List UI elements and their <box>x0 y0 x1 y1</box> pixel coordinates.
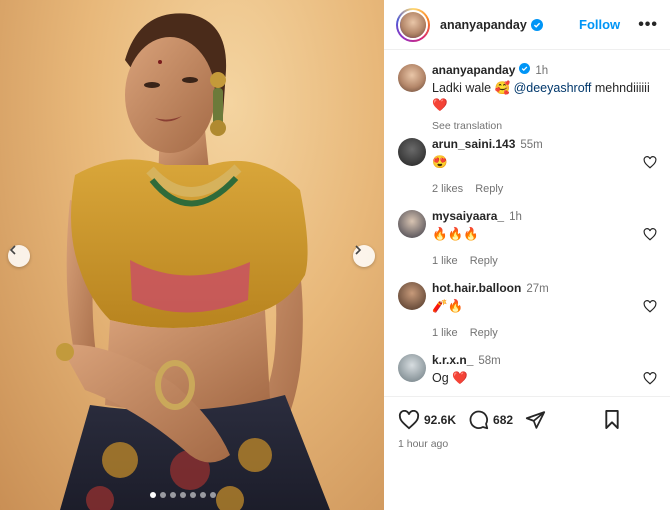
avatar[interactable] <box>398 138 426 166</box>
comment-username[interactable]: k.r.x.n_ <box>432 352 473 369</box>
comment-bubble-icon <box>469 410 489 430</box>
comment-username[interactable]: arun_saini.143 <box>432 136 515 153</box>
carousel-prev-button[interactable] <box>8 245 30 267</box>
comment-reply-button[interactable]: Reply <box>470 253 498 270</box>
author-avatar[interactable] <box>396 7 430 42</box>
carousel-next-button[interactable] <box>353 245 375 267</box>
caption-username[interactable]: ananyapanday <box>432 62 515 79</box>
likes-count[interactable]: 92.6K <box>424 413 456 427</box>
comment-likes[interactable]: 1 like <box>432 253 458 270</box>
avatar-image <box>400 11 426 38</box>
verified-badge-icon <box>519 63 531 74</box>
comment-time: 27m <box>526 283 549 295</box>
verified-badge-icon <box>530 18 543 31</box>
comment-item: k.r.x.n_ 58m Og ❤️ <box>398 352 658 387</box>
caption-text-end: mehndiiiiii <box>591 81 650 95</box>
post-detail-panel: ananyapanday Follow ••• ananyapanday 1h <box>384 0 670 510</box>
comment-item: mysaiyaara_ 1h 🔥🔥🔥 1 like Reply <box>398 208 658 270</box>
chevron-left-icon <box>9 245 16 255</box>
comment-text: Og ❤️ <box>432 371 468 385</box>
more-options-button[interactable]: ••• <box>638 16 658 34</box>
comment-time: 1h <box>509 211 522 223</box>
comment-item: arun_saini.143 55m 😍 2 likes Reply <box>398 136 658 198</box>
mention-link[interactable]: @deeyashroff <box>514 81 592 95</box>
comment-time: 55m <box>520 139 543 151</box>
comment-text: 😍 <box>432 155 448 169</box>
avatar[interactable] <box>398 64 426 92</box>
chevron-right-icon <box>355 245 362 255</box>
heart-icon <box>398 409 420 429</box>
comment-reply-button[interactable]: Reply <box>470 325 498 342</box>
post-timestamp[interactable]: 1 hour ago <box>384 430 670 450</box>
like-button[interactable]: 92.6K <box>398 409 456 430</box>
avatar[interactable] <box>398 282 426 310</box>
carousel-dot[interactable] <box>180 492 186 498</box>
carousel-dot[interactable] <box>190 492 196 498</box>
avatar[interactable] <box>398 210 426 238</box>
comment-item: hot.hair.balloon 27m 🧨🔥 1 like Reply <box>398 280 658 342</box>
bookmark-icon <box>605 410 619 429</box>
comment-text: 🧨🔥 <box>432 299 464 313</box>
caption-text-start: Ladki wale 🥰 <box>432 81 514 95</box>
caption: ananyapanday 1h Ladki wale 🥰 @deeyashrof… <box>398 62 658 135</box>
comments-count[interactable]: 682 <box>493 413 513 427</box>
comment-reply-button[interactable]: Reply <box>475 181 503 198</box>
comment-likes[interactable]: 2 likes <box>432 181 463 198</box>
comment-text: 🔥🔥🔥 <box>432 227 479 241</box>
heart-icon[interactable] <box>643 156 657 169</box>
heart-icon[interactable] <box>643 300 657 313</box>
post-photo-illustration <box>56 13 330 510</box>
follow-button[interactable]: Follow <box>579 17 620 32</box>
caption-text: Ladki wale 🥰 @deeyashroff mehndiiiiii <box>432 80 658 97</box>
carousel-dot[interactable] <box>170 492 176 498</box>
caption-emoji: ❤️ <box>432 98 448 112</box>
comment-button[interactable]: 682 <box>468 409 513 430</box>
paper-plane-icon <box>525 410 546 429</box>
post-header: ananyapanday Follow ••• <box>384 0 670 50</box>
share-button[interactable] <box>525 410 546 430</box>
heart-icon[interactable] <box>643 228 657 241</box>
carousel-dot[interactable] <box>150 492 156 498</box>
carousel-dot[interactable] <box>210 492 216 498</box>
post-image[interactable] <box>0 0 384 510</box>
author-username[interactable]: ananyapanday <box>440 18 527 32</box>
post-actions: 92.6K 682 1 hour ago <box>384 396 670 510</box>
comment-likes[interactable]: 1 like <box>432 325 458 342</box>
carousel-indicator <box>150 492 216 498</box>
carousel-dot[interactable] <box>160 492 166 498</box>
comment-username[interactable]: mysaiyaara_ <box>432 208 504 225</box>
comment-username[interactable]: hot.hair.balloon <box>432 280 521 297</box>
comment-time: 58m <box>478 355 501 367</box>
carousel-dot[interactable] <box>200 492 206 498</box>
comments-list[interactable]: ananyapanday 1h Ladki wale 🥰 @deeyashrof… <box>384 50 670 396</box>
save-button[interactable] <box>604 410 620 429</box>
heart-icon[interactable] <box>643 372 657 385</box>
avatar[interactable] <box>398 354 426 382</box>
caption-time: 1h <box>535 65 549 77</box>
see-translation-link[interactable]: See translation <box>432 118 658 135</box>
